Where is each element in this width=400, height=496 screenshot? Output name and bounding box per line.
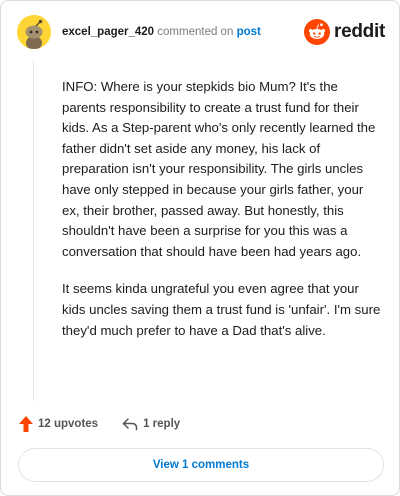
comment-header: excel_pager_420 commented on post reddit [17,15,385,51]
reddit-logo-icon [304,19,331,45]
reply-count: 1 reply [143,418,181,430]
snoo-avatar-icon[interactable] [17,15,51,49]
comment-paragraph: INFO: Where is your stepkids bio Mum? It… [62,79,376,259]
post-link[interactable]: post [237,26,261,38]
thread-line [33,61,34,401]
comment-meta: excel_pager_420 commented on post [62,26,261,38]
upvote-count: 12 upvotes [38,418,99,430]
username-link[interactable]: excel_pager_420 [62,26,154,38]
reply-arrow-icon [122,418,138,431]
commented-label: commented on [157,26,234,38]
comment-paragraph: It seems kinda ungrateful you even agree… [62,281,381,338]
reddit-brand[interactable]: reddit [304,18,385,46]
comment-card: excel_pager_420 commented on post reddit… [0,0,400,496]
view-comments-button[interactable]: View 1 comments [18,448,384,482]
upvote-arrow-icon [19,416,33,432]
reply-button[interactable]: 1 reply [122,417,180,431]
upvote-button[interactable]: 12 upvotes [19,416,98,432]
comment-body: INFO: Where is your stepkids bio Mum? It… [62,77,382,358]
comment-actions: 12 upvotes 1 reply [19,414,180,434]
brand-name: reddit [334,21,385,42]
